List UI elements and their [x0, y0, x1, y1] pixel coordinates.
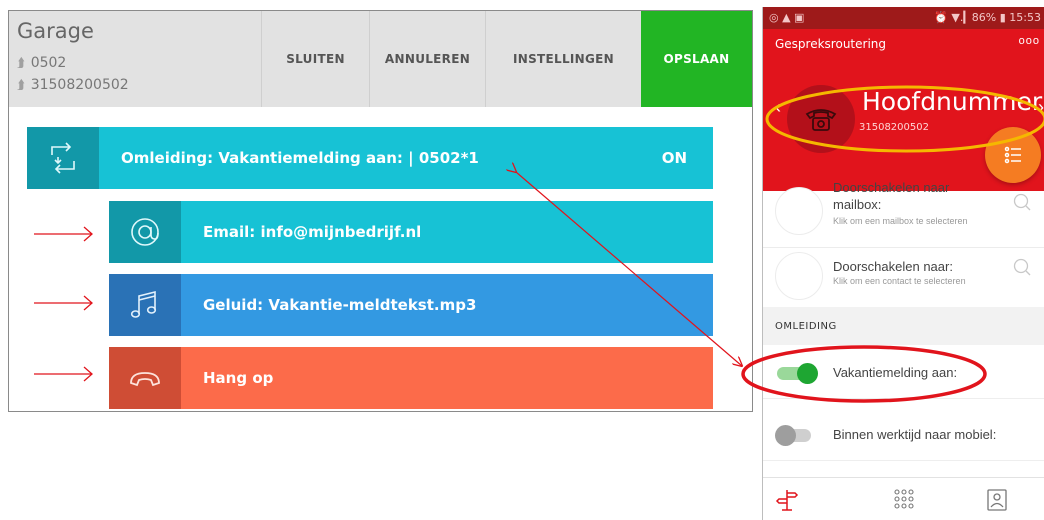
overflow-menu-icon[interactable]: ooo [1019, 35, 1040, 47]
dialpad-tab[interactable] [890, 486, 918, 514]
search-icon[interactable] [1013, 258, 1031, 276]
contact-forward-item[interactable]: Doorschakelen naar: Klik om een contact … [763, 247, 1044, 301]
editor-header: Garage ⮭ 0502 ⮭ 31508200502 SLUITEN ANNULE… [9, 11, 752, 107]
mobile-toggle-knob[interactable] [775, 425, 796, 446]
music-note-icon [109, 274, 181, 336]
mailbox-forward-subtitle: Klik om een mailbox te selecteren [833, 216, 968, 226]
redirect-label: Omleiding: Vakantiemelding aan: | 0502*1 [121, 149, 479, 167]
mobile-toggle-label: Binnen werktijd naar mobiel: [833, 427, 997, 442]
sound-label: Geluid: Vakantie-meldtekst.mp3 [203, 296, 477, 314]
routing-editor-panel: Garage ⮭ 0502 ⮭ 31508200502 SLUITEN ANNULE… [8, 10, 753, 412]
phone-screen: ◎ ▲ ▣ ⏰ ▼.▎86% ▮ 15:53 Gespreksroutering… [762, 7, 1044, 520]
next-chevron-icon[interactable]: › [1038, 97, 1044, 118]
contact-forward-title: Doorschakelen naar: [833, 259, 953, 274]
hangup-icon [109, 347, 181, 409]
transfer-icon [27, 127, 99, 189]
phone-forward-icon: ⮭ [17, 56, 25, 71]
mailbox-forward-item[interactable]: Doorschakelen naar mailbox: Klik om een … [763, 173, 1044, 247]
avatar [775, 187, 823, 235]
signpost-icon [775, 490, 799, 511]
status-bar: ◎ ▲ ▣ ⏰ ▼.▎86% ▮ 15:53 [763, 7, 1044, 29]
list-icon [1004, 146, 1021, 164]
cancel-button[interactable]: ANNULEREN [369, 11, 485, 107]
status-left: ◎ ▲ ▣ [769, 11, 805, 24]
vacation-toggle-knob[interactable] [797, 363, 818, 384]
hangup-label: Hang op [203, 369, 274, 387]
telephone-icon [805, 109, 837, 131]
section-header: OMLEIDING [763, 307, 1044, 345]
bottom-nav [763, 477, 1044, 520]
header-title: Hoofdnummer [862, 87, 1043, 116]
avatar [775, 252, 823, 300]
page-title: Garage [17, 19, 94, 43]
phone-avatar [787, 85, 855, 153]
at-icon [109, 201, 181, 263]
mobile-toggle-row[interactable]: Binnen werktijd naar mobiel: [763, 409, 1044, 461]
mailbox-forward-title: Doorschakelen naar mailbox: [833, 180, 950, 212]
search-icon[interactable] [1013, 193, 1031, 211]
sound-row[interactable]: Geluid: Vakantie-meldtekst.mp3 [109, 274, 713, 336]
contact-forward-subtitle: Klik om een contact te selecteren [833, 276, 966, 286]
vacation-toggle-label: Vakantiemelding aan: [833, 365, 958, 380]
hangup-row[interactable]: Hang op [109, 347, 713, 409]
short-number: ⮭ 0502 [17, 55, 67, 71]
save-button[interactable]: OPSLAAN [641, 11, 752, 107]
redirect-state: ON [661, 149, 687, 167]
header-number: 31508200502 [859, 122, 929, 133]
previous-chevron-icon[interactable]: ‹ [775, 97, 781, 118]
phone-forward-icon: ⮭ [17, 78, 25, 93]
email-label: Email: info@mijnbedrijf.nl [203, 223, 422, 241]
full-number: ⮭ 31508200502 [17, 77, 129, 93]
routing-tab[interactable] [773, 486, 801, 514]
contacts-tab[interactable] [983, 486, 1011, 514]
dialpad-icon [894, 489, 914, 509]
contact-card-icon [987, 489, 1007, 511]
email-row[interactable]: Email: info@mijnbedrijf.nl [109, 201, 713, 263]
settings-button[interactable]: INSTELLINGEN [485, 11, 641, 107]
status-right: ⏰ ▼.▎86% ▮ 15:53 [934, 11, 1041, 24]
vacation-toggle-row[interactable]: Vakantiemelding aan: [763, 347, 1044, 399]
redirect-row[interactable]: Omleiding: Vakantiemelding aan: | 0502*1… [27, 127, 713, 189]
app-title: Gespreksroutering [775, 37, 886, 51]
close-button[interactable]: SLUITEN [261, 11, 369, 107]
